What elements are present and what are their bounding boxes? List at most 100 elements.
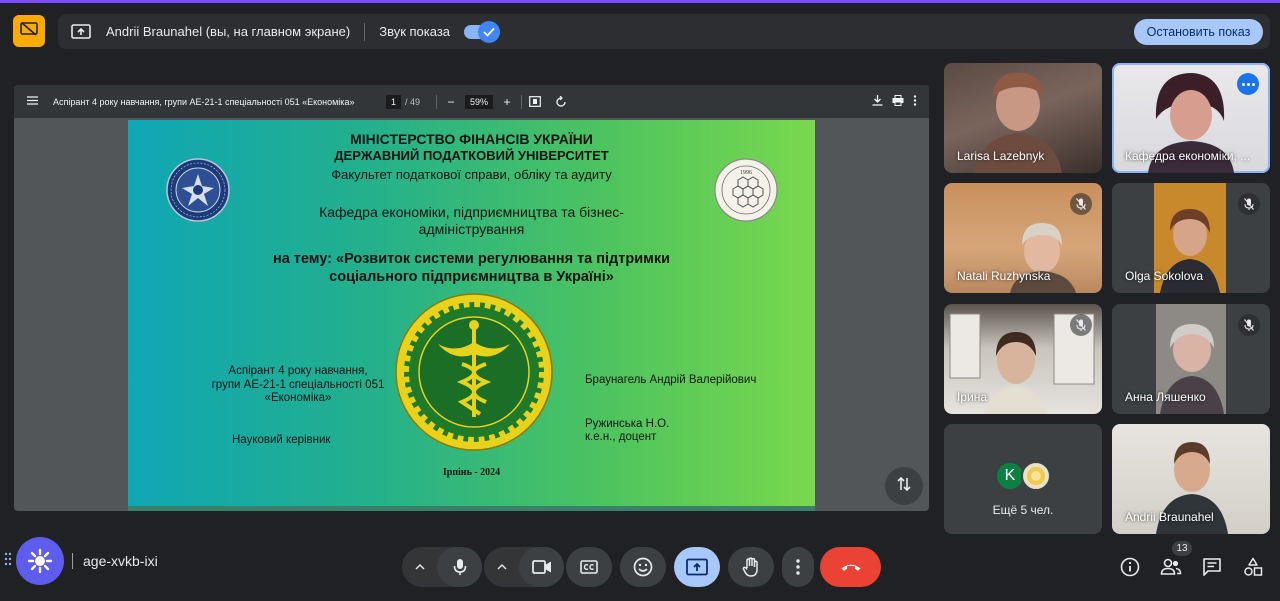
more-options-icon[interactable] [913, 95, 917, 108]
more-options-button[interactable] [1237, 73, 1259, 95]
participant-name: Кафедра економіки, ... [1125, 149, 1251, 163]
shared-screen: Аспірант 4 року навчання, групи АЕ-21-1 … [14, 85, 929, 511]
zoom-in-button[interactable]: + [497, 95, 517, 109]
sound-toggle[interactable] [464, 20, 501, 43]
hang-up-icon [841, 564, 860, 571]
participant-name: Анна Ляшенко [1125, 390, 1206, 404]
menu-icon[interactable] [27, 96, 39, 107]
tax-service-emblem [395, 293, 553, 451]
captions-icon [580, 560, 598, 574]
code-divider [72, 553, 73, 569]
topic-line-1: на тему: «Розвиток системи регулювання т… [272, 251, 671, 267]
presenter-label: Andrii Braunahel (вы, на главном экране) [106, 24, 351, 39]
participant-tile[interactable]: Анна Ляшенко [1112, 304, 1270, 414]
department-line-2: адміністрування [418, 221, 525, 237]
participant-tile[interactable]: Larisa Lazebnyk [944, 63, 1102, 173]
zoom-out-button[interactable]: − [441, 95, 461, 109]
present-to-all-icon [686, 558, 708, 576]
more-options-button[interactable] [782, 547, 814, 587]
advisor-info: Ружинська Н.О. к.е.н., доцент [585, 418, 669, 444]
topic-line-2: соціального підприємництва в Україні» [329, 269, 614, 285]
fit-page-icon[interactable] [528, 96, 542, 108]
microphone-icon [453, 559, 466, 575]
sparkle-icon[interactable] [16, 537, 64, 585]
toolbar-divider [521, 94, 523, 109]
chat-button[interactable] [1200, 555, 1224, 579]
activities-button[interactable] [1241, 555, 1265, 579]
camera-icon [531, 560, 551, 574]
department-line-1: Кафедра економіки, підприємництва та біз… [319, 204, 624, 220]
mic-options-chevron-icon[interactable] [402, 547, 437, 587]
info-icon [1120, 557, 1140, 577]
camera-control-group [484, 547, 564, 587]
captions-button[interactable] [566, 547, 612, 587]
aspirant-line-2: групи АЕ-21-1 спеціальності 051 [211, 378, 385, 391]
participant-name: Larisa Lazebnyk [957, 149, 1045, 163]
mic-off-icon [1238, 193, 1260, 215]
raise-hand-button[interactable] [728, 547, 774, 587]
camera-button[interactable] [519, 547, 564, 587]
print-icon[interactable] [892, 95, 904, 108]
zoom-level[interactable]: 59% [465, 94, 494, 109]
presentation-slide: 1996 МІНІСТЕРСТВО ФІНАНСІВ УКРАЇНИ ДЕРЖА… [128, 120, 815, 506]
participant-tile-active[interactable]: Кафедра економіки, ... [1112, 63, 1270, 173]
city-year: Ірпінь - 2024 [442, 467, 501, 478]
advisor-degree: к.е.н., доцент [585, 431, 657, 443]
more-vertical-icon [796, 559, 800, 575]
banner-divider [364, 22, 366, 41]
mic-control-group [402, 547, 482, 587]
download-icon[interactable] [872, 95, 883, 108]
page-number-input[interactable]: 1 [386, 94, 402, 109]
supervisor-label: Науковий керівник [232, 434, 331, 446]
author-name: Браунагель Андрій Валерійович [585, 374, 757, 386]
participant-name: Olga Sokolova [1125, 269, 1204, 283]
participant-tile[interactable]: Olga Sokolova [1112, 183, 1270, 293]
meeting-info: age-xvkb-ixi [0, 537, 158, 585]
rotate-icon[interactable] [554, 95, 568, 108]
microphone-button[interactable] [437, 547, 482, 587]
presenting-indicator[interactable] [13, 15, 45, 47]
swap-arrows-icon [896, 475, 912, 498]
activities-icon [1244, 557, 1263, 576]
avatar-stack: K [995, 461, 1051, 491]
participant-tile[interactable]: Natali Ruzhynska [944, 183, 1102, 293]
chat-icon [1203, 558, 1221, 576]
pdf-title: Аспірант 4 року навчання, групи АЕ-21-1 … [53, 96, 355, 107]
participant-name: Natali Ruzhynska [957, 269, 1051, 283]
check-icon [478, 20, 501, 43]
meeting-code: age-xvkb-ixi [83, 553, 158, 569]
people-button[interactable] [1159, 555, 1183, 579]
leave-call-button[interactable] [820, 547, 881, 587]
sound-label: Звук показа [379, 24, 451, 39]
toolbar-divider [436, 94, 438, 109]
page-total: / 49 [405, 96, 421, 107]
top-accent-line [0, 0, 1280, 3]
participant-tile[interactable]: Ірина [944, 304, 1102, 414]
hand-icon [742, 557, 758, 577]
meeting-details-button[interactable] [1118, 555, 1142, 579]
stop-presenting-button[interactable]: Остановить показ [1134, 19, 1263, 45]
reactions-button[interactable] [620, 547, 666, 587]
faculty-text: Факультет податкової справи, обліку та а… [331, 167, 612, 182]
participant-count-badge: 13 [1172, 541, 1192, 556]
people-icon [1160, 558, 1182, 575]
present-now-button[interactable] [674, 547, 720, 587]
more-participants-label: Ещё 5 чел. [992, 503, 1054, 517]
advisor-name: Ружинська Н.О. [585, 418, 670, 430]
ministry-heading: МІНІСТЕРСТВО ФІНАНСІВ УКРАЇНИ [350, 131, 593, 147]
university-heading: ДЕРЖАВНИЙ ПОДАТКОВИЙ УНІВЕРСИТЕТ [334, 148, 609, 163]
camera-options-chevron-icon[interactable] [484, 547, 519, 587]
emoji-icon [633, 557, 653, 577]
drag-handle-icon[interactable] [4, 552, 12, 571]
participant-name: Ірина [957, 390, 988, 404]
more-participants-tile[interactable]: K Ещё 5 чел. [944, 424, 1102, 534]
slide-edge [128, 506, 815, 511]
participant-tile[interactable]: Andrii Braunahel [1112, 424, 1270, 534]
participant-name: Andrii Braunahel [1125, 510, 1214, 524]
mic-off-icon [1070, 193, 1092, 215]
swap-layout-button[interactable] [885, 467, 923, 505]
pdf-toolbar: Аспірант 4 року навчання, групи АЕ-21-1 … [14, 85, 929, 118]
screen-share-icon [70, 23, 92, 41]
aspirant-info: Аспірант 4 року навчання, групи АЕ-21-1 … [208, 365, 388, 406]
aspirant-line-1: Аспірант 4 року навчання, [228, 365, 368, 377]
